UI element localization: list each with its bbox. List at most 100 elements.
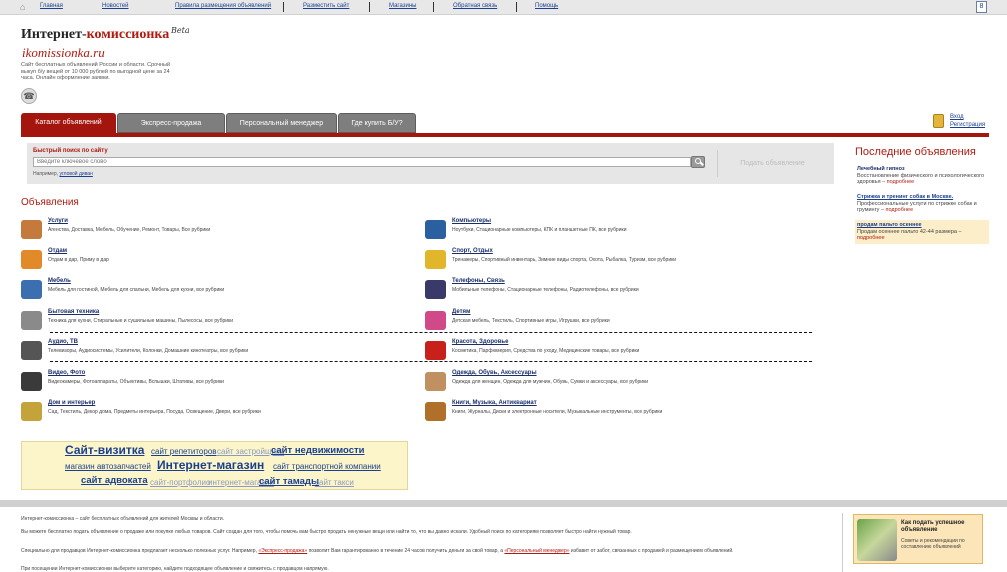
top-link-help[interactable]: Помощь xyxy=(535,3,558,9)
site-link-realty[interactable]: сайт недвижимости xyxy=(271,445,364,456)
category-title[interactable]: Услуги xyxy=(48,218,68,224)
category-subcategories[interactable]: Одежда для женщин, Одежда для мужчин, Об… xyxy=(452,379,648,385)
promo-title[interactable]: Как подать успешное объявление xyxy=(901,520,981,534)
home-icon[interactable]: ⌂ xyxy=(20,2,25,12)
clothes-icon[interactable] xyxy=(425,372,446,391)
apple-icon[interactable] xyxy=(425,341,446,360)
search-button[interactable] xyxy=(691,156,705,168)
appliance-icon[interactable] xyxy=(21,311,42,330)
category-title[interactable]: Красота, Здоровье xyxy=(452,339,508,345)
category-title[interactable]: Отдам xyxy=(48,248,67,254)
latest-ad-item[interactable]: Стрижка и тренинг собак в Москве. Профес… xyxy=(857,194,987,214)
site-link-vizitka[interactable]: Сайт-визитка xyxy=(65,443,144,457)
site-link-transport[interactable]: сайт транспортной компании xyxy=(273,462,381,471)
footer-express-link[interactable]: «Экспресс-продажа» xyxy=(258,548,307,554)
category-right-1[interactable]: Спорт, Отдых Тренажеры, Спортивный инвент… xyxy=(425,248,815,274)
promo-box[interactable]: Как подать успешное объявление Советы и … xyxy=(853,514,983,564)
category-subcategories[interactable]: Телевизоры, Аудиосистемы, Усилители, Кол… xyxy=(48,348,248,354)
category-right-5[interactable]: Одежда, Обувь, Аксессуары Одежда для женщ… xyxy=(425,370,815,396)
site-link-taxi[interactable]: сайт такси xyxy=(315,478,354,487)
latest-ad-item-highlighted[interactable]: продам пальто осеннее Продам осеннее пал… xyxy=(855,220,989,244)
category-subcategories[interactable]: Техника для кухни, Стиральные и сушильны… xyxy=(48,318,233,324)
lock-icon xyxy=(933,114,944,128)
category-title[interactable]: Дом и интерьер xyxy=(48,400,95,406)
latest-ad-more-link[interactable]: подробнее xyxy=(857,235,885,241)
toys-icon[interactable] xyxy=(425,311,446,330)
top-link-news[interactable]: Новостей xyxy=(102,3,129,9)
latest-ad-item[interactable]: Лечебный гипноз Восстановление физическо… xyxy=(857,166,987,186)
category-title[interactable]: Бытовая техника xyxy=(48,309,99,315)
camera-icon[interactable] xyxy=(21,372,42,391)
category-title[interactable]: Детям xyxy=(452,309,470,315)
site-link-tamada[interactable]: сайт тамады xyxy=(259,476,319,487)
top-separator xyxy=(369,2,370,12)
site-link-eshop[interactable]: Интернет-магазин xyxy=(157,458,264,472)
latest-ad-more-link[interactable]: подробнее xyxy=(887,179,915,185)
top-link-rules[interactable]: Правила размещения объявлений xyxy=(175,3,271,9)
latest-ad-more-link[interactable]: подробнее xyxy=(885,207,913,213)
category-title[interactable]: Аудио, ТВ xyxy=(48,339,78,345)
phone-icon[interactable] xyxy=(425,280,446,299)
tab-personal-manager[interactable]: Персональный менеджер xyxy=(226,113,337,133)
category-right-0[interactable]: Компьютеры Ноутбуки, Стационарные компьют… xyxy=(425,218,815,244)
logo-domain[interactable]: ikomissionka.ru xyxy=(22,45,105,61)
login-link[interactable]: Вход xyxy=(950,114,964,120)
ads-heading: Объявления xyxy=(21,197,79,208)
violin-icon[interactable] xyxy=(425,402,446,421)
category-subcategories[interactable]: Агенства, Доставка, Мебель, Обучение, Ре… xyxy=(48,227,210,233)
tab-catalog[interactable]: Каталог объявлений xyxy=(21,113,116,135)
sport-icon[interactable] xyxy=(425,250,446,269)
category-subcategories[interactable]: Косметика, Парфюмерия, Средства по уходу… xyxy=(452,348,639,354)
category-title[interactable]: Телефоны, Связь xyxy=(452,278,505,284)
search-icon-handle xyxy=(700,161,704,166)
category-subcategories[interactable]: Мебель для гостиной, Мебель для спальни,… xyxy=(48,287,224,293)
computer-icon[interactable] xyxy=(425,220,446,239)
search-input[interactable] xyxy=(33,157,691,167)
category-left-2[interactable]: Мебель Мебель для гостиной, Мебель для сп… xyxy=(21,278,411,304)
category-left-6[interactable]: Дом и интерьер Сад, Текстиль, Декор дома,… xyxy=(21,400,411,426)
site-link-autoparts[interactable]: магазин автозапчастей xyxy=(65,462,151,471)
category-left-0[interactable]: Услуги Агенства, Доставка, Мебель, Обучен… xyxy=(21,218,411,244)
category-subcategories[interactable]: Сад, Текстиль, Декор дома, Предметы инте… xyxy=(48,409,261,415)
tv-icon[interactable] xyxy=(21,341,42,360)
tab-express-sale[interactable]: Экспресс-продажа xyxy=(117,113,225,133)
counter-badge[interactable]: 8 xyxy=(976,1,987,13)
plant-icon[interactable] xyxy=(21,402,42,421)
footer-text-part: Специально для продавцов Интернет-комисс… xyxy=(21,548,259,554)
handshake-icon[interactable] xyxy=(21,220,42,239)
search-panel: Быстрый поиск по сайту Например, угловой… xyxy=(27,143,834,184)
top-link-feedback[interactable]: Обратная связь xyxy=(453,3,497,9)
category-subcategories[interactable]: Детская мебель, Текстиль, Спортивные игр… xyxy=(452,318,610,324)
category-title[interactable]: Книги, Музыка, Антиквариат xyxy=(452,400,537,406)
category-right-6[interactable]: Книги, Музыка, Антиквариат Книги, Журналы… xyxy=(425,400,815,426)
footer-manager-link[interactable]: «Персональный менеджер» xyxy=(504,548,569,554)
furniture-icon[interactable] xyxy=(21,280,42,299)
gift-icon[interactable] xyxy=(21,250,42,269)
category-subcategories[interactable]: Мобильные телефоны, Стационарные телефон… xyxy=(452,287,639,293)
category-title[interactable]: Видео, Фото xyxy=(48,370,85,376)
category-left-5[interactable]: Видео, Фото Видеокамеры, Фотоаппараты, Об… xyxy=(21,370,411,396)
register-link[interactable]: Регистрация xyxy=(950,122,985,128)
category-subcategories[interactable]: Видеокамеры, Фотоаппараты, Объективы, Вс… xyxy=(48,379,224,385)
site-link-tutors[interactable]: сайт репетиторов xyxy=(151,447,217,456)
category-subcategories[interactable]: Тренажеры, Спортивный инвентарь, Зимние … xyxy=(452,257,676,263)
tab-where-to-buy[interactable]: Где купить Б/У? xyxy=(338,113,416,133)
category-right-2[interactable]: Телефоны, Связь Мобильные телефоны, Стаци… xyxy=(425,278,815,304)
search-example-link[interactable]: угловой диван xyxy=(59,171,92,177)
top-link-home[interactable]: Главная xyxy=(40,3,63,9)
category-title[interactable]: Спорт, Отдых xyxy=(452,248,493,254)
category-title[interactable]: Мебель xyxy=(48,278,71,284)
search-example-prefix: Например, xyxy=(33,171,59,177)
category-left-1[interactable]: Отдам Отдам в дар, Приму в дар xyxy=(21,248,411,274)
top-link-shops[interactable]: Магазины xyxy=(389,3,416,9)
category-title[interactable]: Компьютеры xyxy=(452,218,491,224)
category-subcategories[interactable]: Ноутбуки, Стационарные компьютеры, КПК и… xyxy=(452,227,626,233)
top-link-place-site[interactable]: Разместить сайт xyxy=(303,3,349,9)
site-link-lawyer[interactable]: сайт адвоката xyxy=(81,475,148,486)
site-logo-title[interactable]: Интернет-комиссионка xyxy=(21,27,169,43)
category-title[interactable]: Одежда, Обувь, Аксессуары xyxy=(452,370,537,376)
category-subcategories[interactable]: Книги, Журналы, Диски и электронные носи… xyxy=(452,409,662,415)
post-ad-button[interactable]: Подать объявление xyxy=(717,150,827,177)
site-link-portfolio[interactable]: сайт-портфолио xyxy=(150,478,210,487)
category-subcategories[interactable]: Отдам в дар, Приму в дар xyxy=(48,257,109,263)
